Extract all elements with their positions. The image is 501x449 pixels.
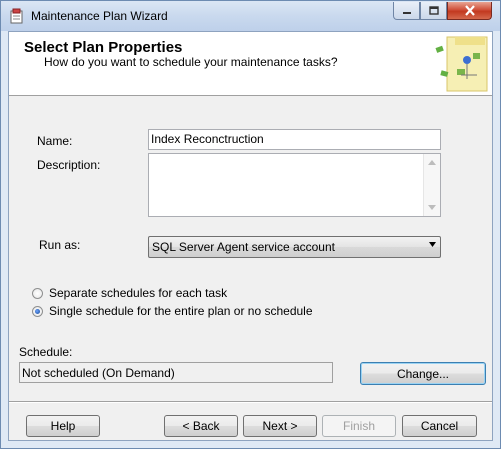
run-as-dropdown[interactable]: SQL Server Agent service account [148,236,441,258]
run-as-label: Run as: [39,238,81,252]
radio-button[interactable] [32,287,43,299]
help-button[interactable]: Help [26,415,100,437]
window-title: Maintenance Plan Wizard [31,9,168,23]
description-input[interactable] [148,153,441,217]
maximize-button[interactable] [420,2,447,20]
wizard-app-icon [10,8,23,24]
wizard-banner-icon [435,36,488,92]
scroll-up-icon [428,160,436,165]
finish-button[interactable]: Finish [322,415,396,437]
back-button[interactable]: < Back [164,415,238,437]
close-button[interactable] [447,2,492,20]
schedule-label: Schedule: [19,345,73,359]
minimize-button[interactable] [393,2,420,20]
run-as-value: SQL Server Agent service account [152,240,335,254]
radio-single-schedule[interactable]: Single schedule for the entire plan or n… [32,304,313,318]
maximize-icon [428,5,439,15]
page-subtitle: How do you want to schedule your mainten… [44,55,338,69]
schedule-value-field: Not scheduled (On Demand) [19,362,333,383]
radio-separate-schedules[interactable]: Separate schedules for each task [32,286,227,300]
scroll-down-icon [428,205,436,210]
name-input[interactable]: Index Reconctruction [148,129,441,150]
radio-button-selected[interactable] [32,305,43,317]
page-title: Select Plan Properties [24,39,183,56]
radio-label: Separate schedules for each task [49,286,228,300]
description-label: Description: [37,158,101,172]
title-bar[interactable]: Maintenance Plan Wizard [1,1,500,31]
minimize-icon [402,11,411,14]
wizard-window: Maintenance Plan Wizard Select Plan Prop… [0,0,501,449]
wizard-header: Select Plan Properties How do you want t… [9,32,492,96]
next-button[interactable]: Next > [243,415,317,437]
change-schedule-button[interactable]: Change... [360,362,486,385]
footer-divider-highlight [9,402,492,403]
wizard-client-area: Select Plan Properties How do you want t… [8,31,493,441]
cancel-button[interactable]: Cancel [402,415,477,437]
radio-label: Single schedule for the entire plan or n… [49,304,313,318]
name-label: Name: [37,134,73,148]
chevron-down-icon [429,242,436,247]
close-icon [464,5,475,16]
description-scrollbar[interactable] [423,154,440,216]
